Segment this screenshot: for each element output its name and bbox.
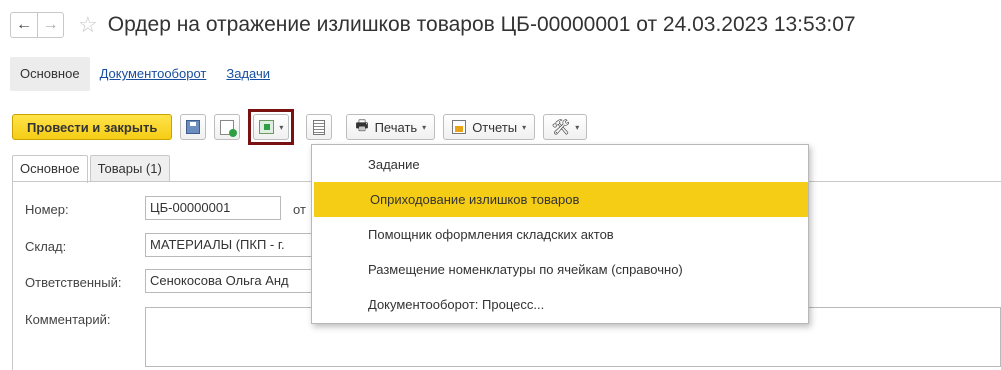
number-label: Номер: <box>25 202 69 217</box>
menu-item-docflow-process[interactable]: Документооборот: Процесс... <box>312 287 808 322</box>
menu-item-cell-placement[interactable]: Размещение номенклатуры по ячейкам (спра… <box>312 252 808 287</box>
list-icon <box>313 119 326 135</box>
menu-item-surplus-receipt[interactable]: Оприходование излишков товаров <box>314 182 808 217</box>
create-based-on-button[interactable]: ▾ <box>253 114 290 140</box>
reports-button[interactable]: Отчеты ▾ <box>443 114 536 140</box>
warehouse-label: Склад: <box>25 239 67 254</box>
warehouse-field[interactable]: МАТЕРИАЛЫ (ПКП - г. <box>145 233 315 257</box>
title-bar: ← → ☆ Ордер на отражение излишков товаро… <box>10 8 856 42</box>
page-title: Ордер на отражение излишков товаров ЦБ-0… <box>107 13 856 36</box>
print-label: Печать <box>374 119 418 135</box>
create-based-on-icon <box>259 120 275 134</box>
save-button[interactable] <box>180 114 207 140</box>
save-icon <box>186 120 201 134</box>
chevron-down-icon: ▾ <box>522 122 527 132</box>
responsible-field[interactable]: Сенокосова Ольга Анд <box>145 269 315 293</box>
chevron-down-icon: ▾ <box>422 122 427 132</box>
responsible-label: Ответственный: <box>25 275 122 290</box>
post-document-icon <box>220 119 238 137</box>
chevron-down-icon: ▾ <box>575 122 580 132</box>
report-icon <box>452 120 467 134</box>
create-based-on-menu: Задание Оприходование излишков товаров П… <box>311 144 809 324</box>
number-field[interactable]: ЦБ-00000001 <box>145 196 281 220</box>
chevron-down-icon: ▾ <box>279 122 284 132</box>
form-tabs: Основное Товары (1) <box>12 155 172 183</box>
comment-label: Комментарий: <box>25 312 111 327</box>
top-tabs: Основное Документооборот Задачи <box>10 57 280 91</box>
print-button[interactable]: 🖶 Печать ▾ <box>346 114 436 140</box>
reports-label: Отчеты <box>472 119 518 135</box>
nav-group: ← → <box>10 12 64 38</box>
back-button[interactable]: ← <box>11 13 37 37</box>
back-arrow-icon: ← <box>16 16 32 33</box>
post-and-close-button[interactable]: Провести и закрыть <box>12 114 173 140</box>
menu-item-task[interactable]: Задание <box>312 147 808 182</box>
tab-tasks[interactable]: Задачи <box>216 57 280 91</box>
printer-icon: 🖶 <box>355 117 369 133</box>
favorite-star-icon[interactable]: ☆ <box>78 14 98 36</box>
forward-arrow-icon: → <box>42 16 59 33</box>
date-from-label: от <box>293 202 306 217</box>
tools-icon: 🛠 <box>551 119 571 136</box>
menu-item-warehouse-acts-assistant[interactable]: Помощник оформления складских актов <box>312 217 808 252</box>
form-tab-goods[interactable]: Товары (1) <box>89 155 170 182</box>
create-based-on-highlight: ▾ <box>248 109 295 145</box>
more-actions-button[interactable]: 🛠 ▾ <box>543 114 588 140</box>
toolbar: Провести и закрыть ▾ 🖶 Печать ▾ Отчеты ▾… <box>12 109 595 145</box>
post-button[interactable] <box>214 114 241 140</box>
tab-main[interactable]: Основное <box>10 57 90 91</box>
tab-document-flow[interactable]: Документооборот <box>90 57 217 91</box>
document-list-button[interactable] <box>306 114 333 140</box>
form-tab-main[interactable]: Основное <box>12 155 88 183</box>
forward-button[interactable]: → <box>37 13 63 37</box>
